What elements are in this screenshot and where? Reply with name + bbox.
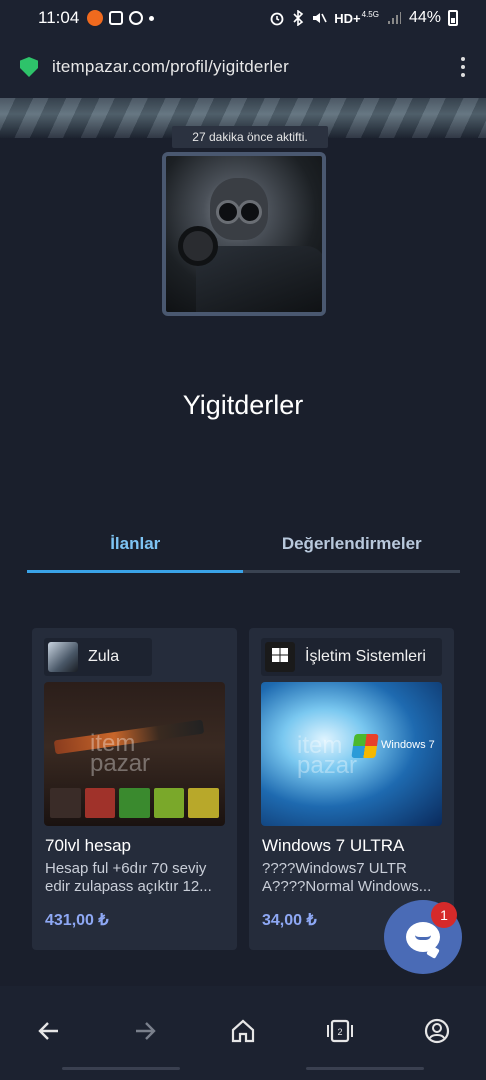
url-text[interactable]: itempazar.com/profil/yigitderler [52, 57, 289, 77]
browser-address-bar[interactable]: itempazar.com/profil/yigitderler [0, 36, 486, 98]
back-arrow-icon[interactable] [34, 1016, 64, 1046]
svg-text:2: 2 [337, 1027, 342, 1037]
zula-game-icon [48, 642, 78, 672]
profile-page: 27 dakika önce aktifti. Yigitderler İlan… [0, 98, 486, 986]
tab-reviews[interactable]: Değerlendirmeler [244, 532, 461, 572]
status-bar: 11:04 HD+ 4.5G 44% [0, 0, 486, 36]
windows-flag-icon [351, 734, 379, 758]
listing-title[interactable]: 70lvl hesap [45, 836, 131, 856]
mute-icon [313, 13, 327, 23]
chat-unread-badge: 1 [431, 902, 457, 928]
image-caption: Windows 7 [381, 739, 435, 751]
shazam-notification-icon [129, 11, 144, 25]
tab-listings[interactable]: İlanlar [27, 532, 244, 572]
last-active-label: 27 dakika önce aktifti. [172, 126, 328, 148]
secure-connection-icon[interactable] [20, 57, 38, 77]
listing-category[interactable]: İşletim Sistemleri [261, 638, 442, 676]
chat-bubble-icon [406, 922, 440, 952]
gallery-notification-icon [109, 11, 124, 25]
watermark-logo: item pazar [297, 732, 358, 779]
browser-bottom-nav: 2 [0, 986, 486, 1080]
forward-arrow-icon[interactable] [130, 1016, 160, 1046]
nav-indicator [306, 1067, 424, 1070]
network-type: HD+ [334, 10, 361, 26]
category-label: Zula [88, 648, 120, 665]
notification-app-icon [87, 10, 104, 26]
tabs-switcher-icon[interactable]: 2 [325, 1016, 355, 1046]
profile-avatar [162, 152, 326, 316]
bluetooth-icon [293, 10, 304, 26]
more-notifications-icon [149, 15, 155, 21]
profile-tabs: İlanlar Değerlendirmeler [27, 532, 460, 572]
listing-category[interactable]: Zula [44, 638, 152, 676]
status-right: HD+ 4.5G 44% [269, 9, 458, 27]
browser-menu-icon[interactable] [460, 57, 466, 77]
profile-username: Yigitderler [182, 390, 304, 420]
account-icon[interactable] [422, 1016, 452, 1046]
tab-active-indicator [27, 570, 243, 573]
listing-card[interactable]: Zula item pazar 70lvl hesap Hesap ful +6d… [32, 628, 237, 950]
alarm-icon [270, 12, 284, 26]
listing-description: Hesap ful +6dır 70 seviy edir zulapass a… [45, 860, 212, 895]
battery-icon [448, 10, 458, 26]
listing-price: 34,00 ₺ [262, 912, 317, 929]
listing-description: ????Windows7 ULTR A????Normal Windows... [262, 860, 432, 895]
windows-icon [265, 642, 295, 672]
signal-icon [387, 12, 401, 24]
category-label: İşletim Sistemleri [305, 648, 426, 665]
battery-percent: 44% [408, 9, 441, 26]
listing-image[interactable]: item pazar Windows 7 [261, 682, 442, 826]
listing-image[interactable]: item pazar [44, 682, 225, 826]
listing-price: 431,00 ₺ [45, 912, 109, 929]
listing-title[interactable]: Windows 7 ULTRA [262, 836, 404, 856]
status-time: 11:04 [38, 8, 80, 27]
nav-indicator [62, 1067, 180, 1070]
watermark-logo: item pazar [90, 730, 151, 777]
network-sub: 4.5G [361, 9, 379, 19]
home-icon[interactable] [228, 1016, 258, 1046]
